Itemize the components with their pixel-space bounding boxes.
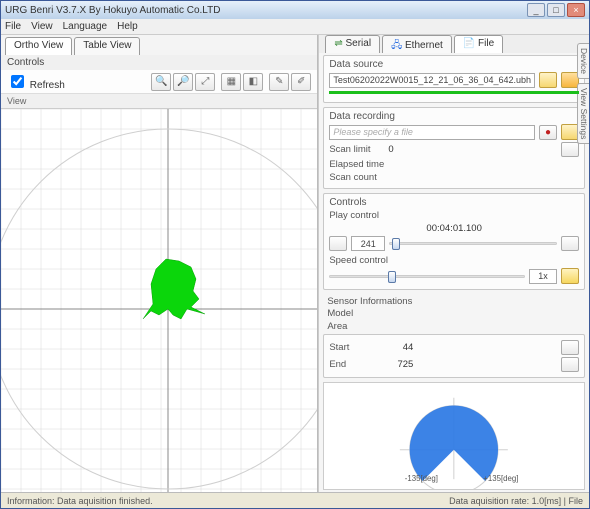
- fan-left-label: -135[deg]: [405, 474, 438, 483]
- maximize-button[interactable]: □: [547, 3, 565, 17]
- menu-file[interactable]: File: [5, 21, 21, 32]
- zoom-in-button[interactable]: 🔍: [151, 73, 171, 91]
- data-recording-title: Data recording: [329, 111, 579, 122]
- area-group: Start 44 End 725: [323, 334, 585, 378]
- edit-button-2[interactable]: ✐: [291, 73, 311, 91]
- grid-button-2[interactable]: ◧: [243, 73, 263, 91]
- start-label: Start: [329, 342, 369, 353]
- speed-value-field[interactable]: 1x: [529, 269, 557, 284]
- start-stepper[interactable]: [561, 340, 579, 355]
- menubar: File View Language Help: [1, 19, 589, 35]
- record-button[interactable]: ●: [539, 125, 557, 140]
- refresh-checkbox[interactable]: Refresh: [7, 72, 65, 91]
- menu-help[interactable]: Help: [117, 21, 138, 32]
- play-slider-thumb[interactable]: [392, 238, 400, 250]
- fan-right-label: +135[deg]: [484, 474, 519, 483]
- zoom-out-button[interactable]: 🔎: [173, 73, 193, 91]
- status-bar: Information: Data aquisition finished. D…: [1, 492, 589, 508]
- tab-serial[interactable]: ⇌ Serial: [325, 35, 380, 53]
- fan-svg: -135[deg] +135[deg]: [324, 383, 584, 489]
- frame-prev-button[interactable]: [329, 236, 347, 251]
- status-left: Information: Data aquisition finished.: [7, 496, 153, 506]
- ortho-grid-view[interactable]: [1, 108, 317, 492]
- controls-header: Controls: [1, 55, 317, 70]
- start-value: 44: [373, 342, 413, 353]
- speed-control-label: Speed control: [329, 255, 579, 266]
- main-area: Ortho View Table View Controls Refresh 🔍…: [1, 35, 589, 492]
- play-slider[interactable]: [389, 242, 557, 245]
- tab-ortho-view[interactable]: Ortho View: [5, 37, 72, 55]
- sensor-info-header: Sensor Informations: [319, 296, 589, 307]
- tab-file[interactable]: 📄 File: [454, 35, 503, 53]
- angle-fan-chart: -135[deg] +135[deg]: [323, 382, 585, 490]
- window-title: URG Benri V3.7.X By Hokuyo Automatic Co.…: [5, 5, 527, 16]
- view-label: View: [1, 94, 317, 108]
- zoom-fit-button[interactable]: ⤢: [195, 73, 215, 91]
- data-source-group: Data source Test06202022W0015_12_21_06_3…: [323, 55, 585, 103]
- play-control-label: Play control: [329, 210, 579, 221]
- sidetab-device[interactable]: Device: [577, 43, 589, 79]
- end-label: End: [329, 359, 369, 370]
- close-button[interactable]: ×: [567, 3, 585, 17]
- end-value: 725: [373, 359, 413, 370]
- scan-count-label: Scan count: [329, 172, 377, 183]
- elapsed-time-label: Elapsed time: [329, 159, 384, 170]
- view-toolbar: Refresh 🔍 🔎 ⤢ ▦ ◧ ✎ ✐: [1, 70, 317, 94]
- area-label: Area: [319, 320, 589, 333]
- minimize-button[interactable]: _: [527, 3, 545, 17]
- left-panel: Ortho View Table View Controls Refresh 🔍…: [1, 35, 318, 492]
- recording-file-field[interactable]: Please specify a file: [329, 125, 535, 140]
- timecode-value: 00:04:01.100: [426, 223, 481, 234]
- left-tabs: Ortho View Table View: [1, 35, 317, 55]
- frame-field[interactable]: 241: [351, 236, 385, 251]
- tab-table-view[interactable]: Table View: [74, 37, 140, 55]
- end-stepper[interactable]: [561, 357, 579, 372]
- refresh-check[interactable]: [11, 75, 24, 88]
- model-label: Model: [319, 307, 589, 320]
- app-window: URG Benri V3.7.X By Hokuyo Automatic Co.…: [0, 0, 590, 509]
- tab-ethernet[interactable]: 🖧 Ethernet: [382, 35, 452, 53]
- grid-canvas-svg: [1, 109, 317, 492]
- menu-language[interactable]: Language: [63, 21, 108, 32]
- scan-limit-label: Scan limit: [329, 144, 384, 155]
- status-right: Data aquisition rate: 1.0[ms] | File: [449, 496, 583, 506]
- data-source-title: Data source: [329, 59, 579, 70]
- connection-tabs: ⇌ Serial 🖧 Ethernet 📄 File: [319, 35, 589, 53]
- speed-reset-button[interactable]: [561, 268, 579, 284]
- frame-next-button[interactable]: [561, 236, 579, 251]
- browse-source-button[interactable]: [539, 72, 557, 88]
- refresh-label: Refresh: [30, 80, 65, 91]
- data-recording-group: Data recording Please specify a file ● S…: [323, 107, 585, 189]
- source-progress: [329, 91, 579, 94]
- right-panel: Device View Settings ⇌ Serial 🖧 Ethernet…: [318, 35, 589, 492]
- scan-limit-value: 0: [388, 144, 393, 155]
- menu-view[interactable]: View: [31, 21, 53, 32]
- grid-button-1[interactable]: ▦: [221, 73, 241, 91]
- titlebar: URG Benri V3.7.X By Hokuyo Automatic Co.…: [1, 1, 589, 19]
- source-file-field[interactable]: Test06202022W0015_12_21_06_36_04_642.ubh: [329, 73, 535, 88]
- speed-slider-thumb[interactable]: [388, 271, 396, 283]
- edit-button-1[interactable]: ✎: [269, 73, 289, 91]
- controls-title: Controls: [329, 197, 579, 208]
- speed-slider[interactable]: [329, 275, 525, 278]
- play-controls-group: Controls Play control 00:04:01.100 241 S…: [323, 193, 585, 290]
